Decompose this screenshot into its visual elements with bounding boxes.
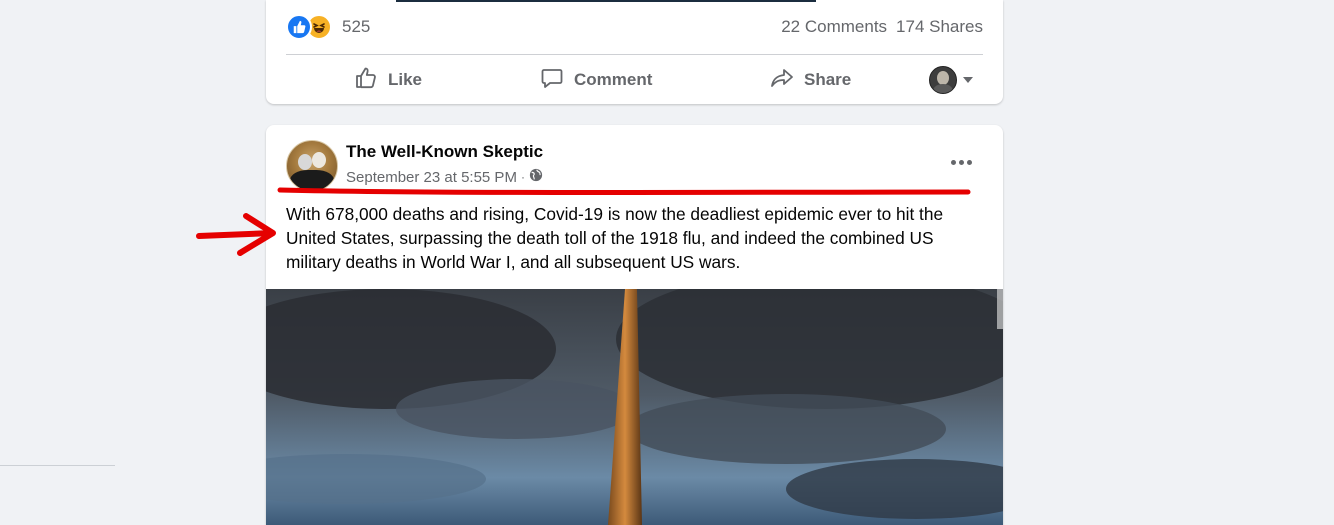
like-button-label: Like [388, 70, 423, 89]
author-avatar[interactable] [286, 140, 338, 192]
feed-post: The Well-Known Skeptic September 23 at 5… [266, 125, 1003, 525]
post-text: With 678,000 deaths and rising, Covid-19… [286, 204, 944, 272]
red-arrow-annotation [196, 213, 276, 256]
more-dots-icon [950, 159, 956, 165]
share-button[interactable]: Share [770, 60, 851, 100]
share-arrow-icon [770, 66, 794, 95]
shares-count-link[interactable]: 174 Shares [896, 17, 983, 37]
comment-button-label: Comment [574, 70, 653, 89]
like-button[interactable]: Like [354, 60, 422, 100]
comments-count-link[interactable]: 22 Comments [781, 17, 887, 37]
washington-monument-photo [266, 289, 1003, 525]
like-reaction-icon [286, 14, 312, 40]
user-avatar [929, 66, 957, 94]
post-timestamp-link[interactable]: September 23 at 5:55 PM [346, 169, 517, 186]
meta-separator: · [520, 170, 525, 184]
post-meta: September 23 at 5:55 PM · [346, 168, 543, 186]
post-action-bar: Like Comment Share [286, 60, 983, 100]
globe-icon[interactable] [529, 168, 543, 186]
comment-button[interactable]: Comment [540, 60, 652, 100]
chevron-down-icon [963, 77, 973, 83]
post-options-button[interactable] [943, 147, 979, 177]
reaction-summary[interactable]: 525 [286, 14, 370, 40]
reaction-count[interactable]: 525 [342, 17, 370, 37]
comment-bubble-icon [540, 66, 564, 95]
post-photo[interactable] [266, 289, 1003, 525]
share-button-label: Share [804, 70, 852, 89]
footer-divider [286, 54, 983, 55]
previous-post-image-edge [396, 0, 816, 2]
author-name-link[interactable]: The Well-Known Skeptic [346, 142, 543, 162]
thumbs-up-icon [354, 66, 378, 95]
react-as-selector[interactable] [929, 60, 973, 100]
sidebar-divider [0, 465, 115, 466]
previous-post-footer: 525 22 Comments 174 Shares Like Comment … [266, 0, 1003, 104]
engagement-stats: 22 Comments 174 Shares [781, 17, 983, 37]
